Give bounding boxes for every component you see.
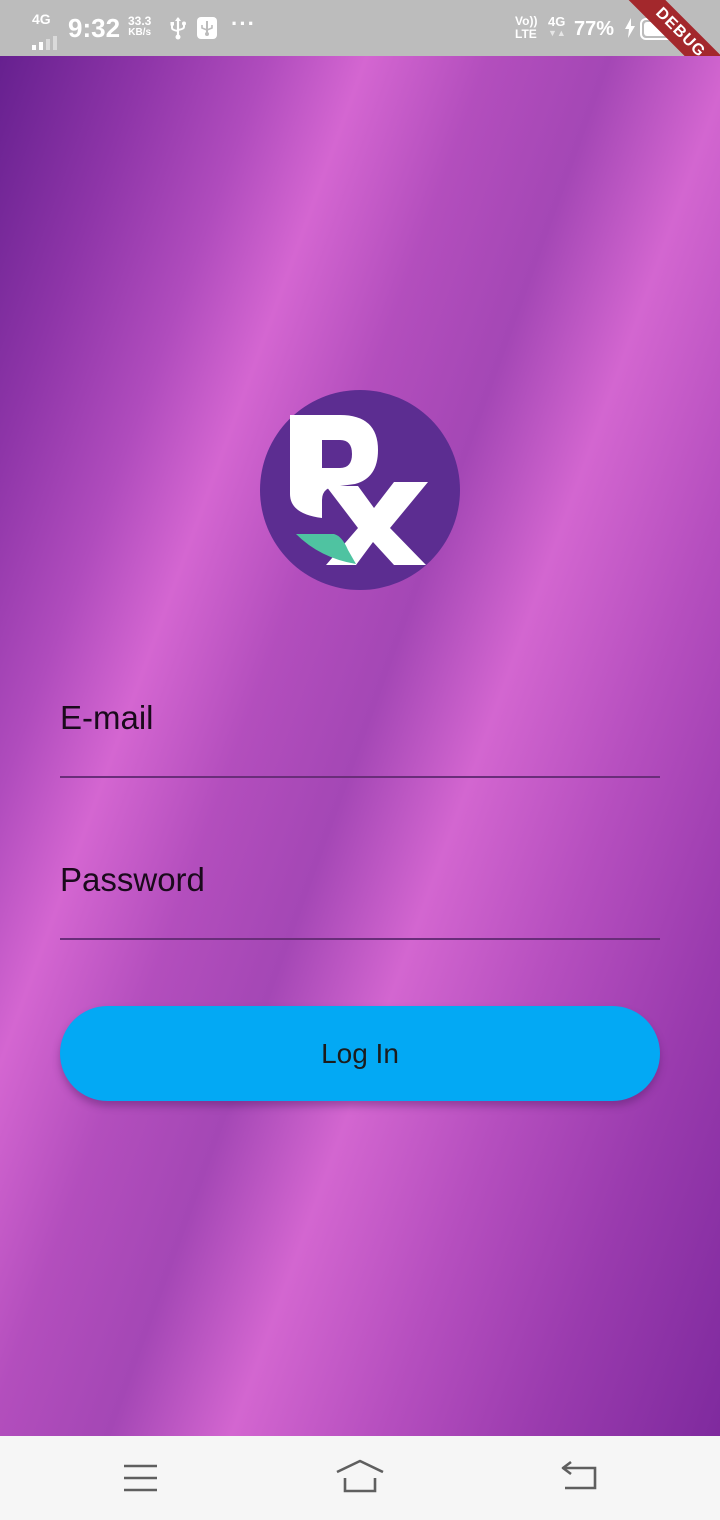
password-field[interactable]: Password (60, 860, 664, 940)
signal-bars-icon (32, 32, 60, 50)
status-bar: 4G 9:32 33.3 KB/s ··· Vo)) LTE 4G ▼▲ 77%… (0, 0, 720, 56)
back-icon[interactable] (555, 1458, 605, 1498)
email-underline (60, 776, 660, 778)
home-icon[interactable] (335, 1458, 385, 1498)
email-input[interactable] (60, 698, 664, 760)
usb-debug-icon (197, 17, 217, 39)
mobile-data-type: 4G (548, 14, 566, 29)
usb-icon (170, 17, 186, 40)
login-button[interactable]: Log In (60, 1006, 660, 1101)
network-type-label: 4G (32, 11, 51, 27)
charging-bolt-icon (625, 18, 635, 38)
login-screen: E-mail Password Log In (0, 56, 720, 1436)
lte-label: LTE (515, 27, 537, 41)
network-speed-value: 33.3 (128, 14, 152, 28)
network-speed: 33.3 KB/s (128, 15, 151, 39)
volte-indicator: Vo)) LTE (515, 15, 537, 41)
menu-icon[interactable] (116, 1458, 166, 1498)
mobile-data-indicator: 4G ▼▲ (548, 15, 566, 38)
clock: 9:32 (68, 13, 121, 43)
more-notifications-indicator: ··· (231, 11, 256, 36)
network-speed-unit: KB/s (128, 27, 152, 38)
navigation-bar (0, 1436, 720, 1520)
signal-indicator: 4G (30, 11, 64, 50)
battery-percent: 77% (574, 18, 615, 40)
password-underline (60, 938, 660, 940)
email-field[interactable]: E-mail (60, 698, 664, 778)
data-activity-icon: ▼▲ (548, 28, 566, 38)
password-input[interactable] (60, 860, 664, 922)
rx-logo (260, 390, 460, 590)
screen: 4G 9:32 33.3 KB/s ··· Vo)) LTE 4G ▼▲ 77%… (0, 0, 720, 1520)
